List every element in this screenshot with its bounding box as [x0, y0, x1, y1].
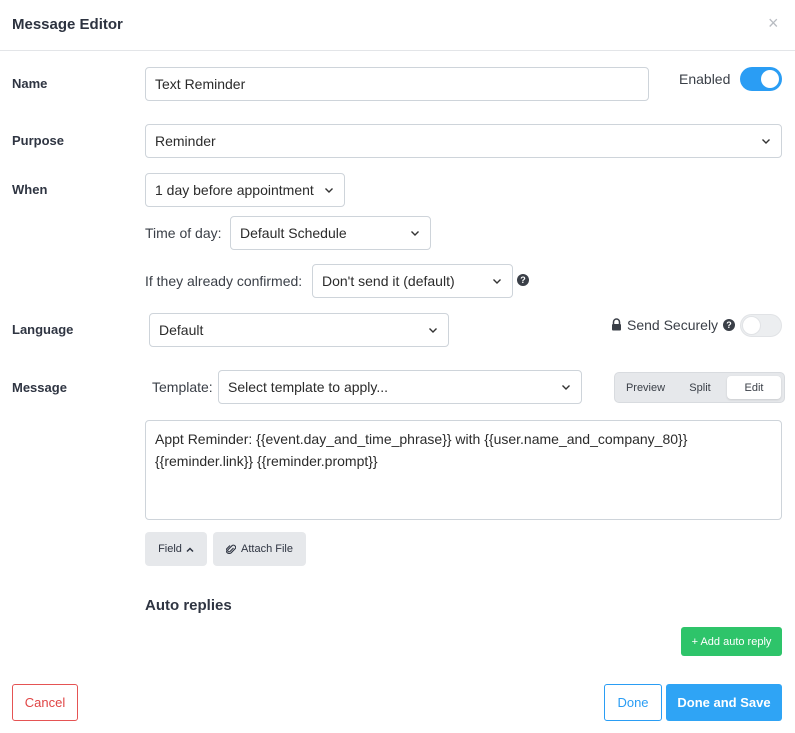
confirmed-label: If they already confirmed: [145, 273, 303, 289]
confirmed-select[interactable]: Don't send it (default) [312, 264, 513, 298]
dialog-header: Message Editor × [0, 0, 795, 51]
cancel-button[interactable]: Cancel [12, 684, 78, 721]
field-button-label: Field [158, 543, 182, 555]
auto-replies-title: Auto replies [145, 597, 232, 614]
lock-icon [611, 318, 622, 331]
name-input-value: Text Reminder [155, 76, 246, 92]
when-select-value: 1 day before appointment [155, 182, 314, 198]
when-label: When [12, 182, 48, 197]
enabled-toggle[interactable] [740, 67, 782, 91]
help-icon[interactable]: ? [517, 274, 529, 286]
message-body-line: {{reminder.link}} {{reminder.prompt}} [155, 453, 378, 469]
language-select[interactable]: Default [149, 313, 449, 347]
paperclip-icon [225, 544, 237, 555]
message-label: Message [12, 380, 67, 395]
chevron-down-icon [324, 185, 334, 195]
enabled-label: Enabled [679, 71, 731, 87]
done-button[interactable]: Done [604, 684, 662, 721]
dialog-title: Message Editor [12, 16, 123, 33]
name-label: Name [12, 76, 48, 91]
caret-up-icon [186, 545, 194, 553]
mode-edit[interactable]: Edit [727, 376, 781, 399]
confirmed-select-value: Don't send it (default) [322, 273, 455, 289]
language-label: Language [12, 322, 74, 337]
send-securely-label: Send Securely [627, 317, 719, 333]
send-securely-toggle[interactable] [740, 314, 782, 337]
purpose-select-value: Reminder [155, 133, 216, 149]
purpose-label: Purpose [12, 133, 65, 148]
attach-file-button[interactable]: Attach File [213, 532, 306, 566]
time-of-day-select[interactable]: Default Schedule [230, 216, 431, 250]
message-body-editor[interactable]: Appt Reminder: {{event.day_and_time_phra… [145, 420, 782, 520]
chevron-down-icon [492, 276, 502, 286]
close-icon[interactable]: × [768, 13, 779, 34]
done-and-save-button[interactable]: Done and Save [666, 684, 782, 721]
mode-preview[interactable]: Preview [618, 376, 673, 399]
chevron-down-icon [761, 136, 771, 146]
template-select-placeholder: Select template to apply... [228, 379, 389, 395]
when-select[interactable]: 1 day before appointment [145, 173, 345, 207]
chevron-down-icon [410, 228, 420, 238]
chevron-down-icon [561, 382, 571, 392]
message-body-line: Appt Reminder: {{event.day_and_time_phra… [155, 431, 688, 447]
language-select-value: Default [159, 322, 204, 338]
chevron-down-icon [428, 325, 438, 335]
toggle-knob [761, 70, 779, 88]
view-mode-toggle: Preview Split Edit [614, 372, 785, 403]
purpose-select[interactable]: Reminder [145, 124, 782, 158]
template-select[interactable]: Select template to apply... [218, 370, 582, 404]
toggle-knob [742, 316, 761, 335]
attach-file-label: Attach File [241, 543, 293, 555]
name-input[interactable]: Text Reminder [145, 67, 649, 101]
field-button[interactable]: Field [145, 532, 207, 566]
mode-split[interactable]: Split [673, 376, 727, 399]
help-icon[interactable]: ? [723, 319, 735, 331]
template-label: Template: [152, 379, 213, 395]
add-auto-reply-button[interactable]: + Add auto reply [681, 627, 782, 656]
time-of-day-label: Time of day: [145, 225, 222, 241]
time-of-day-value: Default Schedule [240, 225, 347, 241]
